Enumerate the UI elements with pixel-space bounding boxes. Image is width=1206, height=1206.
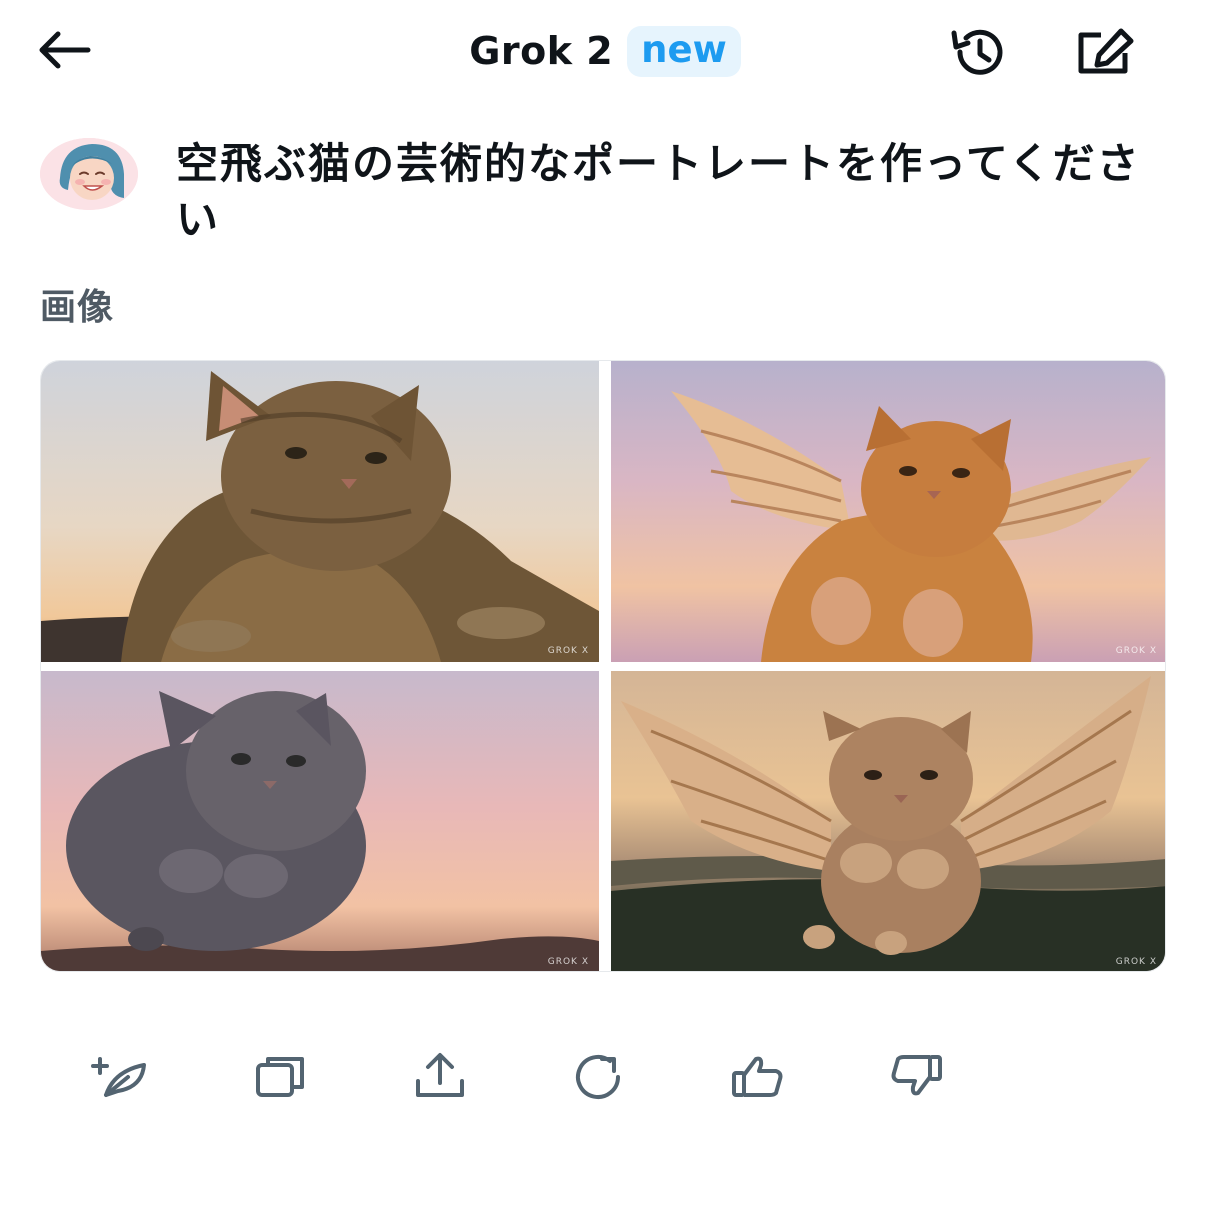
history-icon xyxy=(951,29,1003,75)
winged-cat-flying-image xyxy=(611,676,1165,971)
watermark: GROK X xyxy=(1115,646,1157,656)
image-tile-3[interactable]: GROK X xyxy=(41,671,599,971)
thumbs-down-button[interactable] xyxy=(884,1046,948,1106)
avatar xyxy=(40,138,138,210)
image-tile-4[interactable]: GROK X xyxy=(611,671,1165,971)
share-icon xyxy=(416,1053,464,1097)
regenerate-button[interactable] xyxy=(566,1046,630,1106)
thumbs-up-icon xyxy=(732,1056,783,1097)
new-chat-button[interactable] xyxy=(88,1046,152,1106)
thumbs-up-button[interactable] xyxy=(726,1046,790,1106)
user-prompt: 空飛ぶ猫の芸術的なポートレートを作ってください xyxy=(176,139,1141,244)
new-badge: new xyxy=(627,25,741,77)
share-button[interactable] xyxy=(408,1046,472,1106)
image-tile-1[interactable]: GROK X xyxy=(41,361,599,662)
new-quill-icon xyxy=(91,1057,146,1097)
response-actions xyxy=(0,1040,1206,1110)
image-tile-2[interactable]: GROK X xyxy=(611,361,1165,662)
user-avatar-icon xyxy=(40,138,138,210)
compose-button[interactable] xyxy=(1068,22,1140,82)
tabby-cat-lying-image xyxy=(41,371,599,662)
history-button[interactable] xyxy=(942,22,1014,82)
floating-grey-cat-image xyxy=(41,691,599,971)
title-group: Grok 2 new xyxy=(0,22,1206,80)
image-grid: GROK X GROK X GROK X GROK X xyxy=(40,360,1166,972)
copy-button[interactable] xyxy=(248,1046,312,1106)
compose-icon xyxy=(1078,28,1134,74)
watermark: GROK X xyxy=(547,957,589,967)
winged-orange-cat-image xyxy=(671,391,1151,662)
watermark: GROK X xyxy=(1115,957,1157,967)
page-title: Grok 2 xyxy=(469,29,614,73)
thumbs-down-icon xyxy=(891,1055,942,1096)
top-bar: Grok 2 new xyxy=(0,0,1206,104)
copy-icon xyxy=(256,1057,304,1097)
arrow-left-icon xyxy=(39,31,91,69)
regenerate-icon xyxy=(576,1055,620,1099)
watermark: GROK X xyxy=(547,646,589,656)
images-section-label: 画像 xyxy=(40,287,115,328)
back-button[interactable] xyxy=(30,22,96,78)
